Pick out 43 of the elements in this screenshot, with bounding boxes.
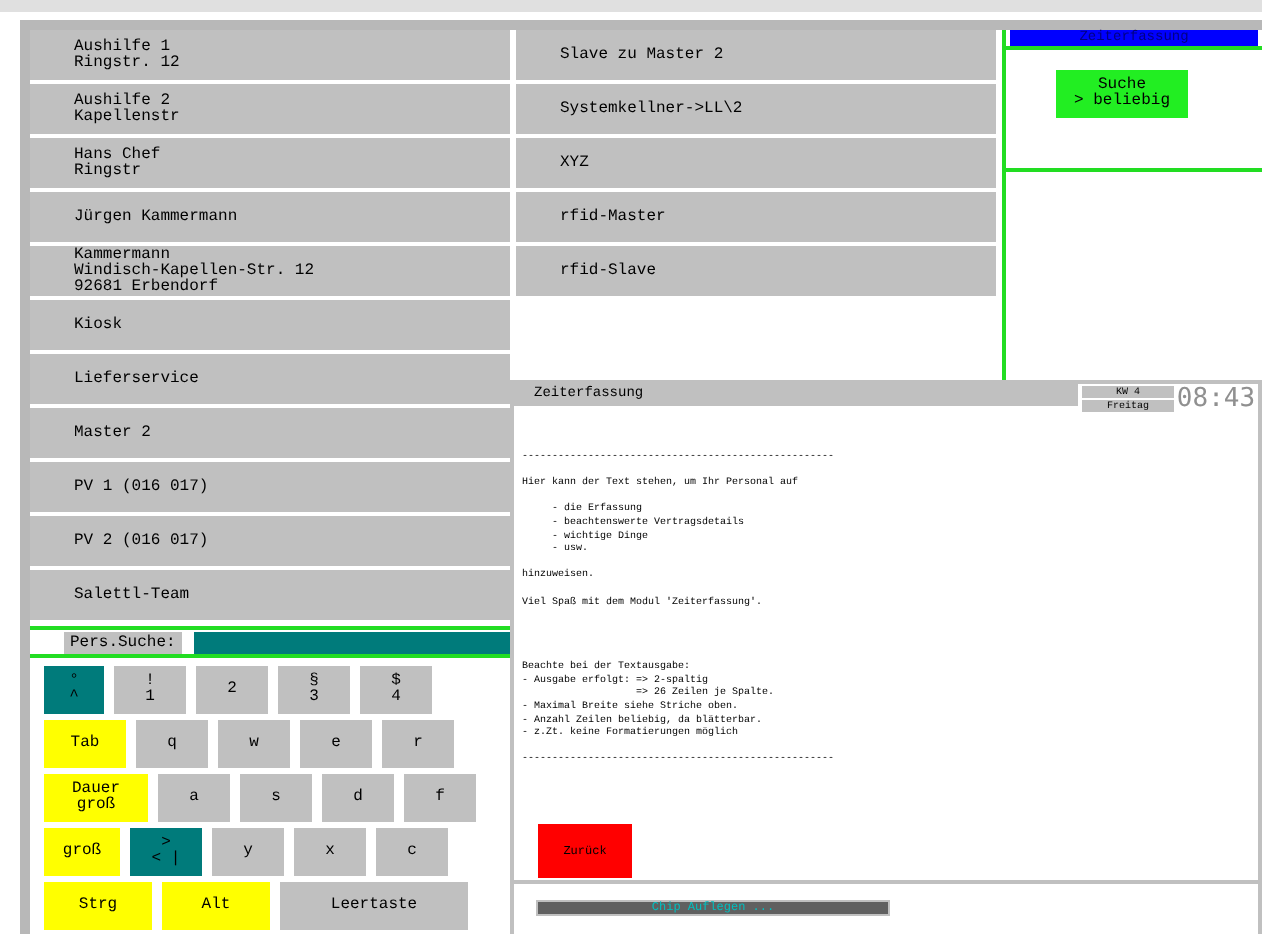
keyboard-key[interactable]: Leertaste — [280, 882, 468, 930]
keyboard-key[interactable]: y — [212, 828, 284, 876]
clock: 08:43 — [1174, 384, 1258, 414]
keyboard-key[interactable]: w — [218, 720, 290, 768]
keyboard-key[interactable]: Strg — [44, 882, 152, 930]
keyboard-key[interactable]: r — [382, 720, 454, 768]
keyboard-key[interactable]: Dauer groß — [44, 774, 148, 822]
person-item[interactable]: XYZ — [516, 138, 996, 188]
keyboard-key[interactable]: $ 4 — [360, 666, 432, 714]
person-item[interactable]: Kammermann Windisch-Kapellen-Str. 12 92681 Erbendorf — [30, 246, 510, 296]
person-item[interactable]: Slave zu Master 2 — [516, 30, 996, 80]
keyboard-key[interactable]: s — [240, 774, 312, 822]
keyboard-key[interactable]: Alt — [162, 882, 270, 930]
keyboard-key[interactable]: a — [158, 774, 230, 822]
search-button[interactable]: Suche > beliebig — [1056, 70, 1188, 118]
keyboard-key[interactable]: groß — [44, 828, 120, 876]
person-item[interactable]: Jürgen Kammermann — [30, 192, 510, 242]
person-item[interactable]: Salettl-Team — [30, 570, 510, 620]
keyboard-key[interactable]: Tab — [44, 720, 126, 768]
person-item[interactable]: Lieferservice — [30, 354, 510, 404]
search-label: Pers.Suche: — [64, 631, 182, 653]
keyboard-key[interactable]: x — [294, 828, 366, 876]
keyboard-key[interactable]: § 3 — [278, 666, 350, 714]
person-item[interactable]: PV 2 (016 017) — [30, 516, 510, 566]
keyboard-key[interactable]: d — [322, 774, 394, 822]
keyboard-key[interactable]: ! 1 — [114, 666, 186, 714]
person-item[interactable]: Aushilfe 1 Ringstr. 12 — [30, 30, 510, 80]
keyboard-key[interactable]: > < | — [130, 828, 202, 876]
person-item[interactable]: rfid-Slave — [516, 246, 996, 296]
person-item[interactable]: Aushilfe 2 Kapellenstr — [30, 84, 510, 134]
person-item[interactable]: Master 2 — [30, 408, 510, 458]
search-field[interactable] — [193, 631, 510, 653]
person-item[interactable]: Kiosk — [30, 300, 510, 350]
keyboard-key[interactable]: c — [376, 828, 448, 876]
keyboard-key[interactable]: e — [300, 720, 372, 768]
person-item[interactable]: Hans Chef Ringstr — [30, 138, 510, 188]
keyboard-key[interactable]: f — [404, 774, 476, 822]
keyboard-key[interactable]: ° ^ — [44, 666, 104, 714]
keyboard-key[interactable]: q — [136, 720, 208, 768]
person-item[interactable]: Systemkellner->LL\2 — [516, 84, 996, 134]
person-item[interactable]: PV 1 (016 017) — [30, 462, 510, 512]
person-item[interactable]: rfid-Master — [516, 192, 996, 242]
keyboard-key[interactable]: 2 — [196, 666, 268, 714]
